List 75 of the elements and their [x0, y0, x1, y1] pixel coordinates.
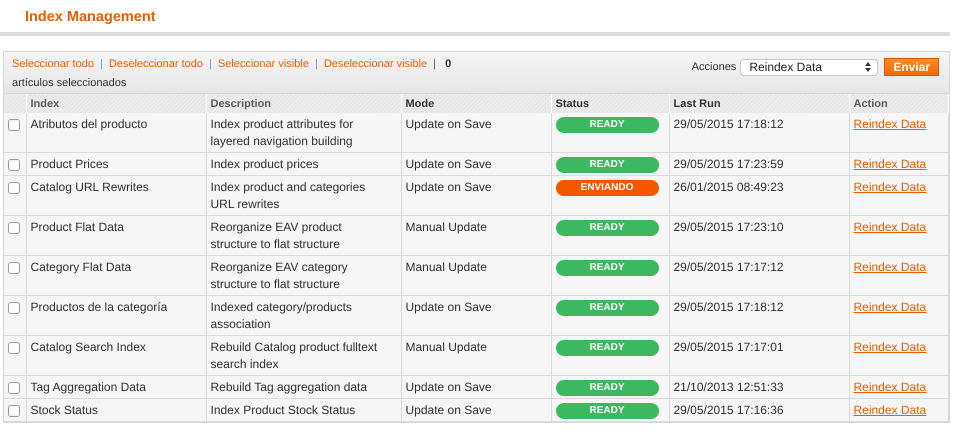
status-badge: ENVIANDO: [556, 180, 658, 196]
table-cell: 26/01/2015 08:49:23: [669, 176, 849, 216]
row-checkbox[interactable]: [8, 382, 20, 394]
selection-link[interactable]: Seleccionar todo: [12, 58, 94, 70]
selection-link[interactable]: Deseleccionar todo: [108, 58, 203, 70]
table-cell: 29/05/2015 17:17:12: [669, 256, 849, 296]
row-checkbox[interactable]: [8, 119, 20, 131]
table-cell: Catalog URL Rewrites: [26, 176, 206, 216]
table-cell: 29/05/2015 17:18:12: [669, 113, 849, 152]
row-checkbox[interactable]: [8, 342, 20, 354]
table-cell: 29/05/2015 17:23:10: [669, 216, 849, 256]
selection-link[interactable]: Deseleccionar visible: [324, 58, 428, 70]
selected-count: 0: [445, 58, 452, 70]
column-header: Mode: [401, 94, 551, 113]
table-cell: 29/05/2015 17:23:59: [669, 152, 849, 176]
table-cell: Rebuild Tag aggregation data: [206, 376, 401, 398]
table-cell: Index product attributes for layered navigation building: [206, 113, 401, 152]
table-cell: Update on Save: [401, 152, 551, 176]
table-cell: 21/10/2013 12:51:33: [669, 376, 849, 398]
table-cell: Stock Status: [26, 398, 206, 422]
status-badge: READY: [556, 300, 658, 316]
table-cell: Update on Save: [401, 113, 551, 152]
table-cell: 29/05/2015 17:16:36: [669, 398, 849, 422]
row-checkbox[interactable]: [8, 222, 20, 234]
table-cell: Manual Update: [401, 256, 551, 296]
table-cell: Index product and categories URL rewrites: [206, 176, 401, 216]
status-badge: READY: [556, 157, 658, 173]
table-cell: Update on Save: [401, 296, 551, 336]
selected-label: artículos seleccionados: [12, 77, 126, 89]
column-header: Index: [26, 94, 206, 113]
table-cell: Catalog Search Index: [26, 336, 206, 376]
link-separator: |: [314, 58, 318, 70]
table-cell: Index Product Stock Status: [206, 398, 401, 422]
table-cell: Update on Save: [401, 376, 551, 398]
page-title: Index Management: [25, 9, 156, 25]
selection-link[interactable]: Seleccionar visible: [218, 58, 309, 70]
status-badge: READY: [556, 260, 658, 276]
status-badge: READY: [556, 340, 658, 356]
table-cell: Atributos del producto: [26, 113, 206, 152]
submit-button[interactable]: Enviar: [884, 58, 939, 76]
table-cell: Product Flat Data: [26, 216, 206, 256]
table-cell: Reorganize EAV category structure to flat structure: [206, 256, 401, 296]
table-cell: Product Prices: [26, 152, 206, 176]
table-cell: Reorganize EAV product structure to flat structure: [206, 216, 401, 256]
link-separator: |: [433, 58, 436, 70]
status-badge: READY: [556, 117, 658, 133]
row-checkbox[interactable]: [8, 262, 20, 274]
table-cell: Rebuild Catalog product fulltext search index: [206, 336, 401, 376]
column-header: Status: [551, 94, 669, 113]
status-badge: READY: [556, 380, 658, 396]
table-cell: 29/05/2015 17:17:01: [669, 336, 849, 376]
table-cell: Update on Save: [401, 398, 551, 422]
table-cell: Productos de la categoría: [26, 296, 206, 336]
table-cell: Manual Update: [401, 216, 551, 256]
table-cell: Indexed category/products association: [206, 296, 401, 336]
row-checkbox[interactable]: [8, 302, 20, 314]
link-separator: |: [100, 58, 103, 70]
table-cell: Index product prices: [206, 152, 401, 176]
actions-dropdown[interactable]: Reindex Data: [740, 58, 878, 76]
row-checkbox[interactable]: [8, 405, 20, 417]
row-checkbox[interactable]: [8, 159, 20, 171]
table-cell: Tag Aggregation Data: [26, 376, 206, 398]
actions-label: Acciones: [692, 61, 736, 73]
column-header: Last Run: [669, 94, 849, 113]
table-cell: Update on Save: [401, 176, 551, 216]
table-cell: 29/05/2015 17:18:12: [669, 296, 849, 336]
status-badge: READY: [556, 220, 658, 236]
table-cell: Manual Update: [401, 336, 551, 376]
column-header: Description: [206, 94, 401, 113]
dropdown-arrows-icon: [865, 62, 872, 72]
row-checkbox[interactable]: [8, 182, 20, 194]
status-badge: READY: [556, 403, 658, 419]
column-header: Action: [849, 94, 948, 113]
link-separator: |: [208, 58, 212, 70]
table-cell: Category Flat Data: [26, 256, 206, 296]
